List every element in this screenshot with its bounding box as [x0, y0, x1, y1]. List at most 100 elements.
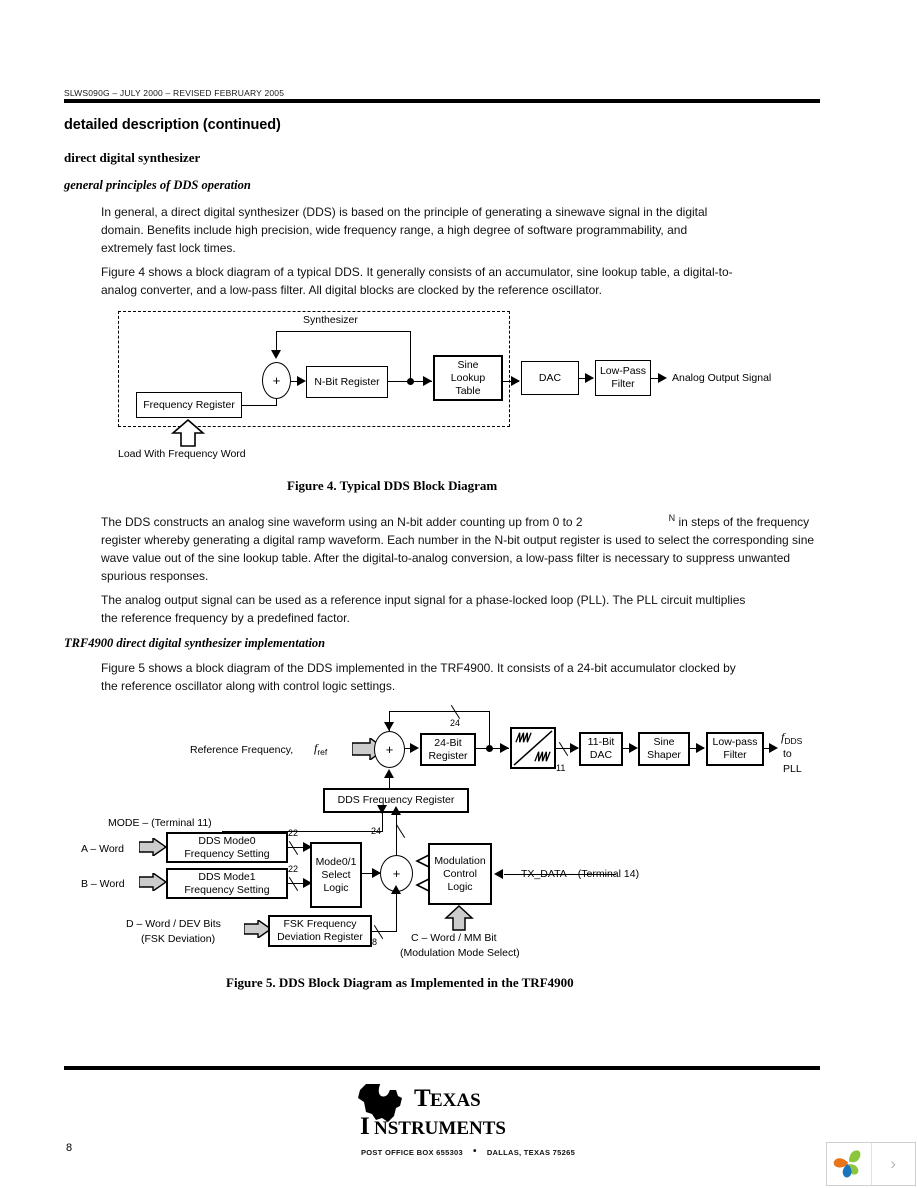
figure5-a-word-label: A – Word — [81, 843, 124, 855]
figure4-frequency-register-label: Frequency Register — [143, 398, 235, 411]
figure5-bus-slash-24-mid — [395, 823, 406, 839]
figure5-lpf5-line2: Filter — [723, 749, 747, 761]
section-heading: detailed description (continued) — [64, 117, 281, 133]
ti-logo-icon: T EXAS I NSTRUMENTS — [358, 1080, 506, 1140]
figure4-feedback-wire-left — [276, 331, 277, 352]
figure5-modctrl-to-adder-connector — [415, 854, 430, 892]
paragraph-figure4-intro: Figure 4 shows a block diagram of a typi… — [101, 265, 733, 297]
figure4-sine-lookup-line3: Table — [455, 384, 481, 397]
figure5-feedback-arrowhead — [384, 722, 394, 731]
figure5-mode-wire-vertical — [382, 813, 383, 832]
figure5-output-pll-label: PLL — [783, 763, 802, 775]
figure4-feedback-wire-right — [410, 331, 411, 379]
figure4-feedback-arrowhead — [271, 350, 281, 359]
sawtooth-ramp-icon — [513, 730, 553, 766]
figure5-sine-shaper-block: Sine Shaper — [638, 732, 690, 766]
figure5-accumulator-adder: + — [374, 731, 405, 768]
figure5-adder-symbol: + — [385, 742, 394, 757]
figure5-shaper-line2: Shaper — [647, 749, 681, 761]
figure5-mode1-line2: Frequency Setting — [184, 883, 270, 896]
figure4-freqreg-to-adder-wire — [242, 405, 276, 406]
subsection-heading: direct digital synthesizer — [64, 150, 201, 165]
footer-address-bullet: • — [473, 1146, 477, 1157]
figure4-load-word-label: Load With Frequency Word — [118, 448, 246, 460]
figure5-mode-select-logic-block: Mode0/1 Select Logic — [310, 842, 362, 908]
figure4-sine-lookup-line1: Sine — [457, 358, 479, 371]
figure5-output-f-dds: fDDS — [781, 731, 802, 748]
figure5-bus-width-8: 8 — [372, 937, 378, 947]
footer-rule — [64, 1066, 820, 1070]
figure5-ramp-in-arrowhead — [500, 743, 509, 753]
subsubsection-heading-trf4900: TRF4900 direct digital synthesizer imple… — [64, 636, 326, 650]
figure4-frequency-register-block: Frequency Register — [136, 392, 242, 418]
texas-instruments-logo: T EXAS I NSTRUMENTS — [352, 1078, 572, 1140]
figure5-bus-width-24-top: 24 — [450, 718, 461, 728]
figure5-adder2-up-wire — [396, 813, 397, 855]
figure5-ramp-to-sine-block — [510, 727, 556, 769]
figure5-fsk-out-wire — [372, 931, 396, 932]
figure5-bus-width-22-b: 22 — [288, 864, 299, 874]
figure5-bus-width-11: 11 — [556, 763, 566, 773]
figure5-select-logic-line2: Select — [321, 868, 351, 881]
svg-text:T: T — [414, 1085, 431, 1112]
figure4-analog-output-label: Analog Output Signal — [672, 372, 772, 384]
figure4-dac-in-arrowhead — [511, 376, 520, 386]
figure4-sine-lookup-table-block: Sine Lookup Table — [433, 355, 503, 401]
figure4-dac-label: DAC — [538, 371, 562, 384]
figure5-a-word-arrow-icon — [139, 838, 167, 856]
figure5-c-word-line1: C – Word / MM Bit — [411, 932, 497, 944]
figure4-low-pass-filter-block: Low-Pass Filter — [595, 360, 651, 396]
figure4-nbit-register-block: N-Bit Register — [306, 366, 388, 398]
exponent-n: N — [668, 513, 676, 523]
figure4-output-arrowhead — [658, 373, 667, 383]
figure5-low-pass-filter-block: Low-pass Filter — [706, 732, 764, 766]
datasheet-page: SLWS090G – JULY 2000 – REVISED FEBRUARY … — [0, 0, 918, 1188]
figure5-fsk-arrowhead — [391, 885, 401, 894]
paragraph-pll-reference: The analog output signal can be used as … — [101, 593, 746, 625]
figure5-bus-slash-11 — [558, 741, 569, 757]
svg-text:EXAS: EXAS — [430, 1090, 481, 1111]
document-header-line: SLWS090G – JULY 2000 – REVISED FEBRUARY … — [64, 88, 285, 98]
figure5-24bit-register-block: 24-Bit Register — [420, 733, 476, 766]
paragraph-general-principles: In general, a direct digital synthesizer… — [101, 205, 708, 255]
figure-4-caption: Figure 4. Typical DDS Block Diagram — [287, 478, 498, 493]
footer-address-left: POST OFFICE BOX 655303 — [360, 1148, 463, 1157]
figure5-txdata-label: TX_DATA – (Terminal 14) — [521, 868, 640, 880]
figure5-junction-dot — [486, 745, 493, 752]
next-page-button[interactable]: › — [870, 1143, 916, 1185]
paragraph-dds-construction: The DDS constructs an analog sine wavefo… — [101, 509, 821, 585]
figure-5-caption: Figure 5. DDS Block Diagram as Implement… — [226, 975, 574, 990]
figure4-synthesizer-label: Synthesizer — [303, 314, 358, 326]
figure5-b-word-arrow-icon — [139, 873, 167, 891]
svg-text:I: I — [360, 1113, 370, 1140]
header-rule — [64, 99, 820, 103]
figure5-fsk-riser-wire — [396, 892, 397, 932]
figure5-mode-arrowhead — [377, 805, 387, 814]
figure5-c-word-line2: (Modulation Mode Select) — [400, 947, 520, 959]
figure5-mode-terminal-label: MODE – (Terminal 11) — [108, 817, 212, 829]
figure5-bus-width-24-mid: 24 — [371, 826, 382, 836]
figure5-d-word-line2: (FSK Deviation) — [141, 933, 216, 945]
figure5-adder-out-arrowhead — [410, 743, 419, 753]
viewer-navigation-widget[interactable]: › — [826, 1142, 916, 1186]
figure4-lpf-line1: Low-Pass — [599, 365, 647, 377]
figure5-fsk-line1: FSK Frequency — [283, 918, 357, 930]
figure5-output-arrowhead — [769, 743, 778, 753]
figure4-dac-block: DAC — [521, 361, 579, 395]
footer-address-right: DALLAS, TEXAS 75265 — [486, 1148, 576, 1157]
figure5-bus-slash-22-b — [288, 876, 299, 892]
figure5-output-to-label: to — [783, 748, 792, 760]
figure5-reg24-line1: 24-Bit — [434, 736, 462, 749]
figure4-feedback-wire-top — [276, 331, 411, 332]
brand-logo-button[interactable] — [827, 1143, 871, 1185]
figure4-sine-lookup-line2: Lookup — [450, 371, 486, 384]
figure4-adder: + — [262, 362, 291, 399]
figure5-dac11-line2: DAC — [589, 749, 613, 761]
figure5-select-logic-line1: Mode0/1 — [315, 855, 357, 868]
figure4-load-arrow-icon — [170, 418, 206, 447]
figure5-fdds-subscript: DDS — [784, 736, 803, 746]
figure5-fsk-deviation-register-block: FSK Frequency Deviation Register — [268, 915, 372, 947]
figure4-lpf-in-arrowhead — [585, 373, 594, 383]
figure5-feedback-right-wire — [489, 711, 490, 747]
figure5-lpf-in-arrowhead — [696, 743, 705, 753]
